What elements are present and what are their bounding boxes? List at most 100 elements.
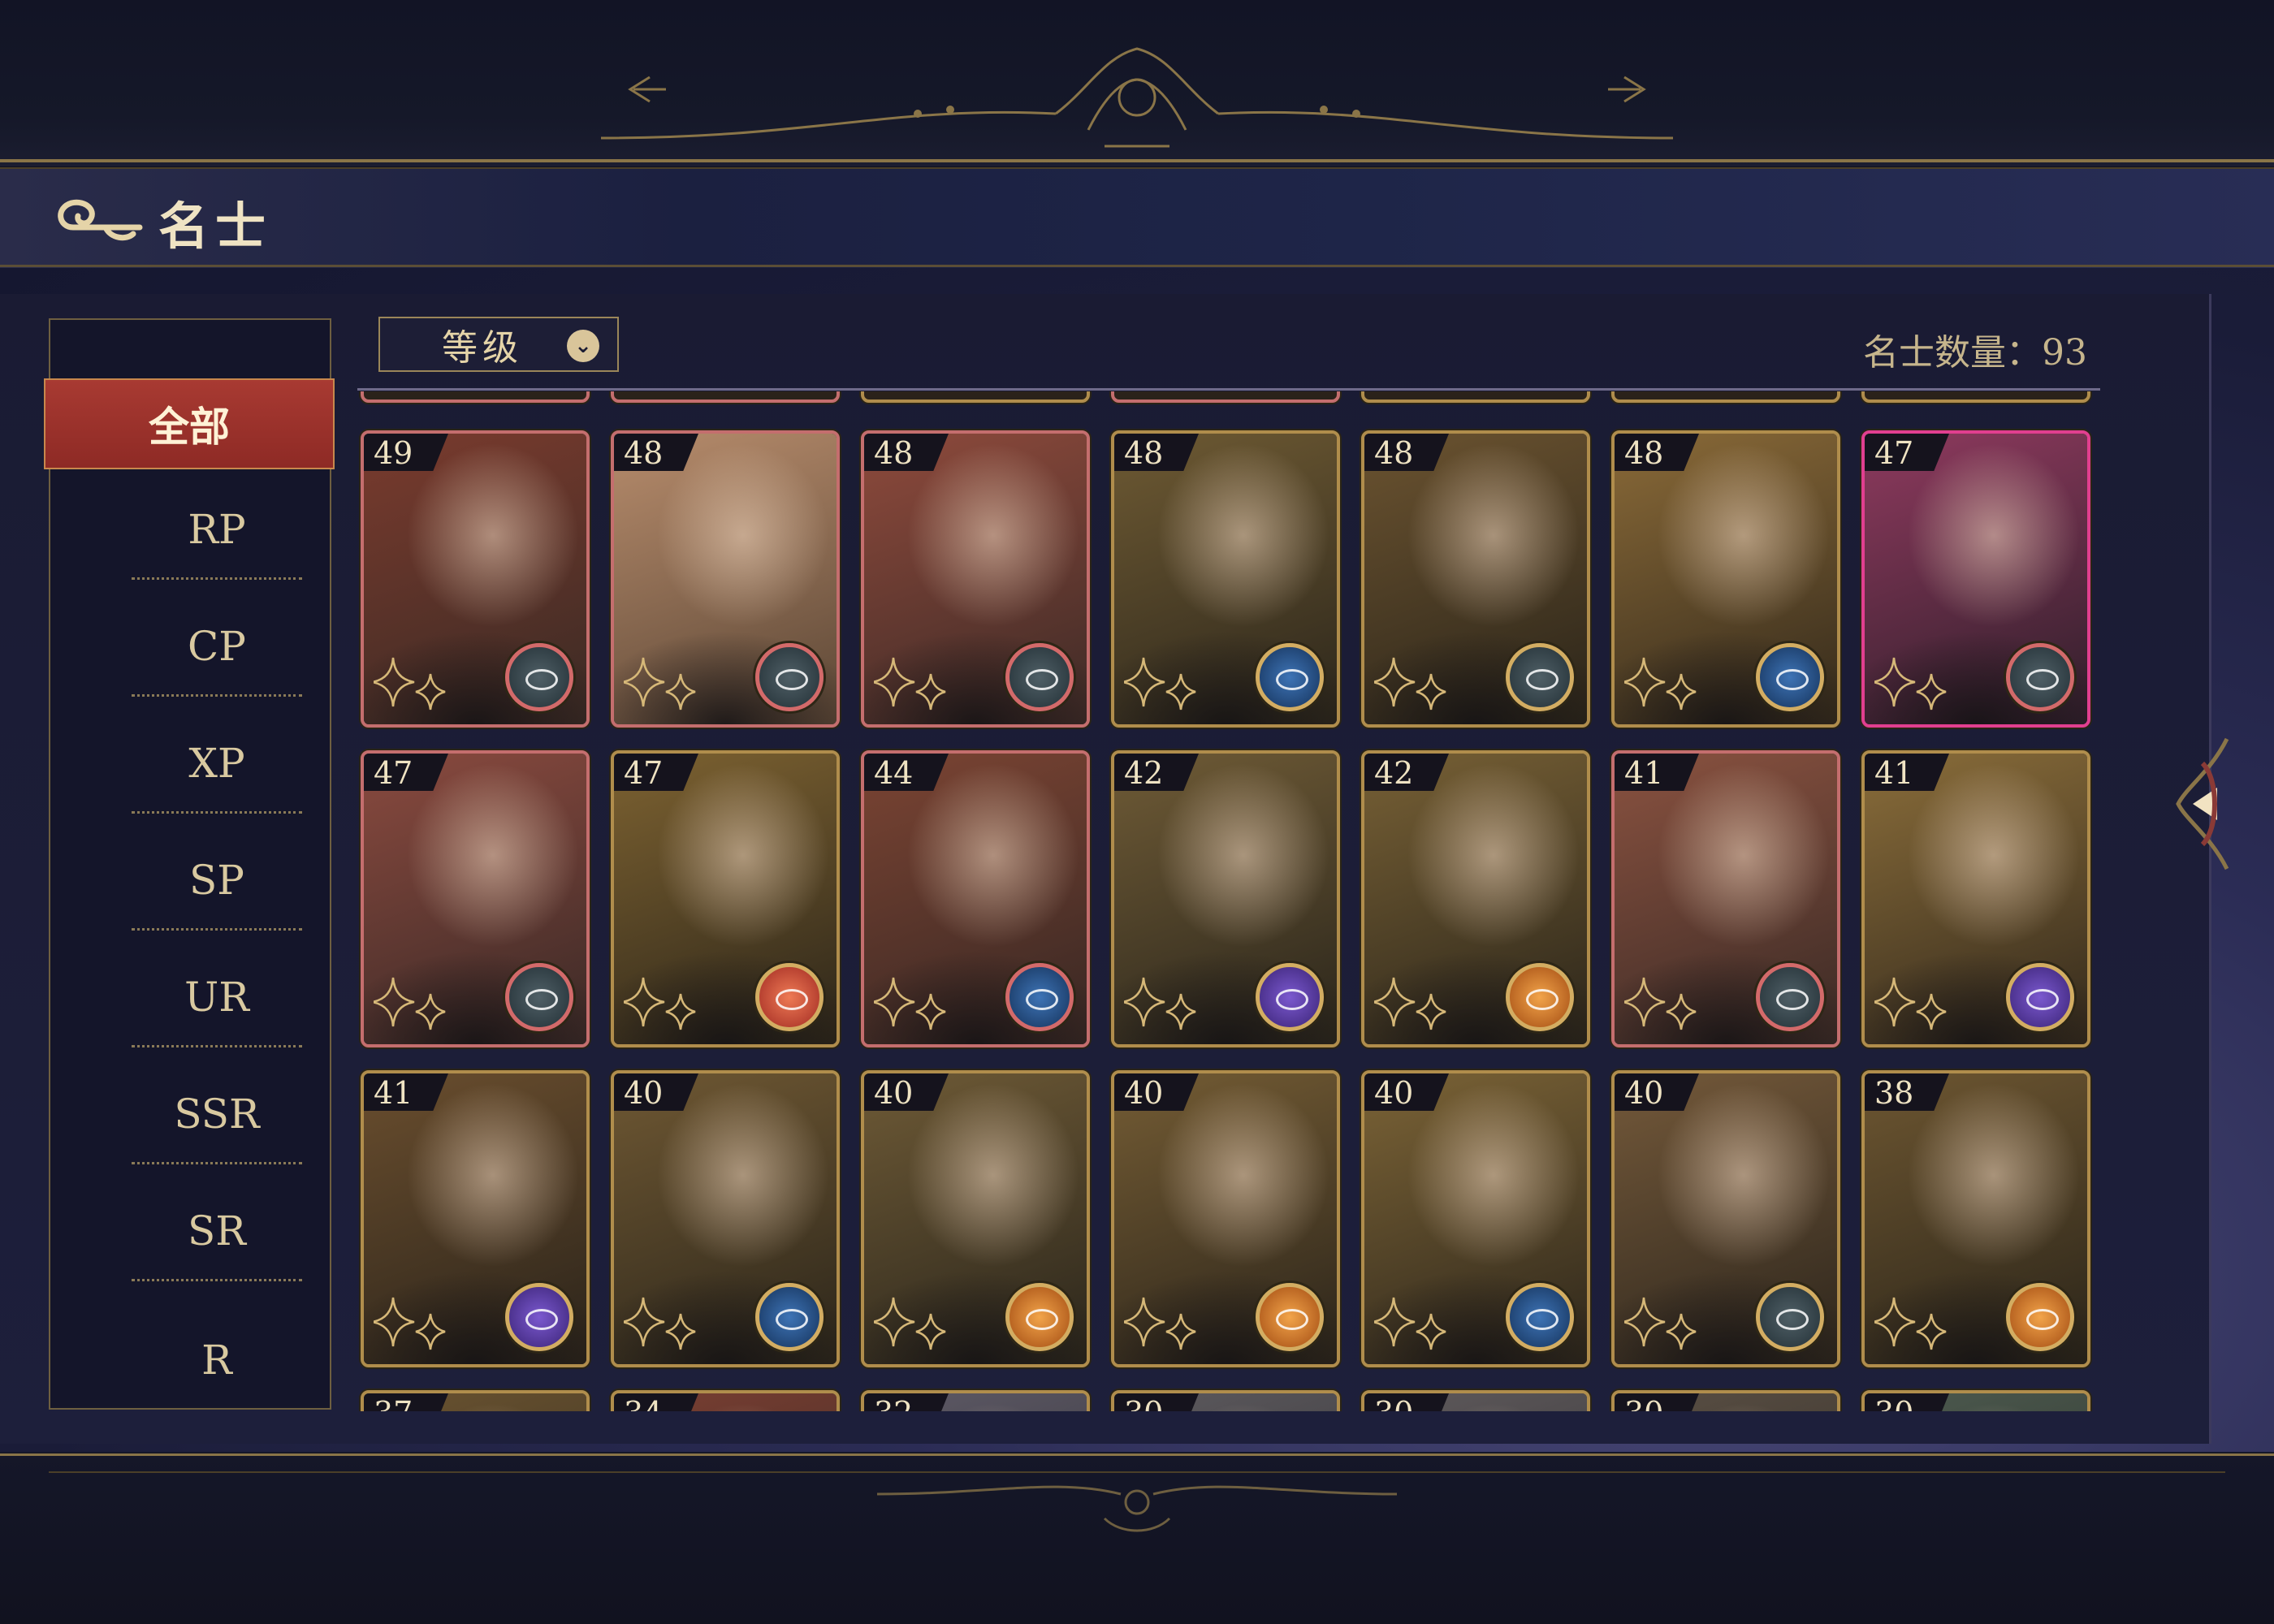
hero-level: 34 (614, 1393, 698, 1411)
hero-card[interactable]: 37 (361, 1390, 590, 1411)
sidebar-item-xp[interactable]: XP (83, 706, 351, 820)
planet-badge-icon (755, 963, 824, 1031)
category-sidebar: RP CP XP SP UR SSR SR R (49, 318, 331, 1410)
hero-card[interactable]: 44 (861, 750, 1090, 1047)
hero-card[interactable]: 49 (361, 430, 590, 728)
hero-count: 名士数量：93 (1863, 332, 2087, 374)
hero-card-partial[interactable] (861, 391, 1090, 403)
hero-card[interactable]: 41 (1861, 750, 2090, 1047)
hero-level: 30 (1865, 1393, 1949, 1411)
hero-card[interactable]: 30 (1111, 1390, 1340, 1411)
hero-card[interactable]: 48 (1361, 430, 1590, 728)
hero-card-partial[interactable] (1361, 391, 1590, 403)
hero-card[interactable]: 41 (1611, 750, 1840, 1047)
sparkle-icon (874, 657, 946, 710)
sort-dropdown[interactable]: 等级 ⌄ (378, 317, 619, 372)
hero-card-partial[interactable] (1861, 391, 2090, 403)
planet-badge-icon (1256, 963, 1324, 1031)
sidebar-item-label: XP (188, 740, 245, 787)
hero-card[interactable]: 32 (861, 1390, 1090, 1411)
sidebar-item-label: SR (188, 1207, 246, 1255)
planet-badge-icon (1005, 963, 1074, 1031)
sidebar-item-label: SSR (174, 1091, 260, 1138)
sidebar-item-sp[interactable]: SP (83, 823, 351, 937)
hero-card-partial[interactable] (361, 391, 590, 403)
grid-top-rule (357, 388, 2100, 391)
planet-badge-icon (1756, 1283, 1824, 1351)
sparkle-icon (1874, 657, 1947, 710)
sidebar-item-label: SP (189, 857, 244, 904)
sparkle-icon (374, 1297, 446, 1350)
sidebar-item-label: 全部 (149, 403, 230, 451)
hero-card[interactable]: 30 (1861, 1390, 2090, 1411)
sparkle-icon (1374, 657, 1446, 710)
hero-card[interactable]: 30 (1361, 1390, 1590, 1411)
bottom-ornament (876, 1485, 1398, 1532)
hero-card[interactable]: 42 (1111, 750, 1340, 1047)
hero-card[interactable]: 40 (611, 1070, 840, 1367)
hero-card[interactable]: 47 (1861, 430, 2090, 728)
hero-card[interactable]: 48 (1111, 430, 1340, 728)
sparkle-icon (1624, 657, 1697, 710)
sparkle-icon (1874, 977, 1947, 1030)
planet-badge-icon (1506, 643, 1574, 711)
sidebar-item-all[interactable]: 全部 (44, 378, 335, 469)
planet-badge-icon (505, 1283, 573, 1351)
hero-card[interactable]: 34 (611, 1390, 840, 1411)
hero-card-partial[interactable] (1611, 391, 1840, 403)
bottom-rule (0, 1453, 2274, 1456)
hero-card[interactable]: 48 (1611, 430, 1840, 728)
hero-card[interactable]: 40 (1611, 1070, 1840, 1367)
planet-badge-icon (1506, 963, 1574, 1031)
hero-card[interactable]: 30 (1611, 1390, 1840, 1411)
hero-level: 32 (864, 1393, 949, 1411)
sort-label: 等级 (442, 327, 523, 369)
sparkle-icon (624, 1297, 696, 1350)
sparkle-icon (1374, 977, 1446, 1030)
sidebar-item-ssr[interactable]: SSR (83, 1057, 351, 1171)
planet-badge-icon (2006, 1283, 2074, 1351)
planet-badge-icon (1005, 643, 1074, 711)
hero-card[interactable]: 40 (1361, 1070, 1590, 1367)
hero-card[interactable]: 40 (1111, 1070, 1340, 1367)
hero-grid: 49 48 48 48 48 48 47 47 47 44 42 42 41 41 41 40 40 40 40 40… (357, 391, 2103, 1411)
sidebar-item-ur[interactable]: UR (83, 940, 351, 1054)
sparkle-icon (1624, 977, 1697, 1030)
hero-card[interactable]: 42 (1361, 750, 1590, 1047)
sidebar-item-cp[interactable]: CP (83, 590, 351, 703)
planet-badge-icon (1256, 643, 1324, 711)
hero-card[interactable]: 47 (611, 750, 840, 1047)
hero-card[interactable]: 38 (1861, 1070, 2090, 1367)
hero-card[interactable]: 41 (361, 1070, 590, 1367)
arrow-left-icon[interactable] (2170, 731, 2243, 877)
top-rule (0, 159, 2274, 162)
planet-badge-icon (1256, 1283, 1324, 1351)
hero-level: 37 (364, 1393, 448, 1411)
hero-card[interactable]: 40 (861, 1070, 1090, 1367)
planet-badge-icon (1756, 963, 1824, 1031)
hero-card[interactable]: 48 (861, 430, 1090, 728)
sparkle-icon (1874, 1297, 1947, 1350)
hero-card-partial[interactable] (1111, 391, 1340, 403)
cloud-swirl-icon (58, 199, 143, 241)
planet-badge-icon (505, 643, 573, 711)
sidebar-item-r[interactable]: R (83, 1291, 351, 1380)
sparkle-icon (874, 1297, 946, 1350)
sparkle-icon (374, 657, 446, 710)
planet-badge-icon (1005, 1283, 1074, 1351)
hero-card[interactable]: 47 (361, 750, 590, 1047)
sparkle-icon (1124, 657, 1196, 710)
sparkle-icon (1374, 1297, 1446, 1350)
hero-level: 30 (1615, 1393, 1699, 1411)
hero-level: 30 (1114, 1393, 1199, 1411)
sparkle-icon (624, 977, 696, 1030)
sidebar-item-sr[interactable]: SR (83, 1174, 351, 1288)
hero-card-partial[interactable] (611, 391, 840, 403)
header-rule (0, 265, 2274, 267)
planet-badge-icon (755, 643, 824, 711)
sidebar-item-rp[interactable]: RP (83, 473, 351, 586)
hero-card[interactable]: 48 (611, 430, 840, 728)
page-title: 名士 (158, 197, 273, 256)
planet-badge-icon (1756, 643, 1824, 711)
sparkle-icon (1624, 1297, 1697, 1350)
